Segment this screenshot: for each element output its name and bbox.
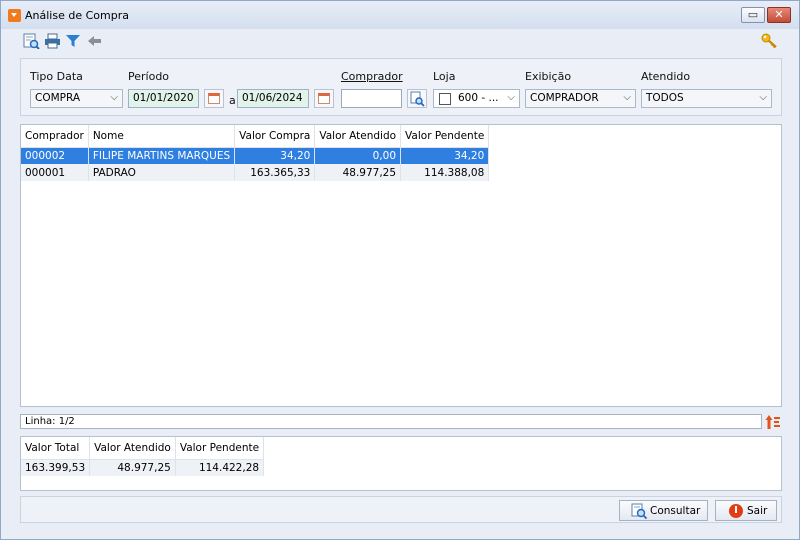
back-arrow-icon[interactable] (86, 33, 102, 49)
app-menu-icon[interactable] (8, 9, 21, 22)
calendar-icon (318, 93, 330, 104)
cell-valor-atendido: 0,00 (314, 147, 402, 164)
chevron-down-icon: ⌵ (759, 92, 767, 103)
chevron-down-icon: ⌵ (623, 92, 631, 103)
cell-valor-compra: 34,20 (234, 147, 316, 164)
loja-checkbox[interactable] (439, 93, 451, 105)
atendido-value: TODOS (646, 92, 684, 104)
preview-icon[interactable] (23, 33, 40, 49)
atendido-select[interactable]: TODOS ⌵ (641, 89, 772, 108)
totals-table: Valor Total Valor Atendido Valor Pendent… (21, 437, 265, 476)
tipo-data-select[interactable]: COMPRA ⌵ (30, 89, 123, 108)
exibicao-select[interactable]: COMPRADOR ⌵ (525, 89, 636, 108)
search-icon (631, 503, 647, 519)
totals-header-valor-total: Valor Total (21, 437, 91, 460)
tipo-data-value: COMPRA (35, 92, 81, 104)
total-valor-pendente: 114.422,28 (175, 459, 265, 476)
comprador-label[interactable]: Comprador (341, 70, 403, 83)
sair-button[interactable]: Sair (715, 500, 777, 521)
tipo-data-label: Tipo Data (30, 70, 83, 83)
title-bar: Análise de Compra ▭ ✕ (1, 1, 799, 29)
totals-header-valor-atendido: Valor Atendido (89, 437, 176, 460)
results-table: Comprador Nome Valor Compra Valor Atendi… (21, 125, 490, 181)
table-header-row: Comprador Nome Valor Compra Valor Atendi… (21, 125, 490, 148)
comprador-search-button[interactable] (407, 89, 427, 108)
cell-valor-compra: 163.365,33 (234, 164, 316, 181)
calendar-start-button[interactable] (204, 89, 224, 108)
filter-panel: Tipo Data COMPRA ⌵ Período 01/01/2020 a … (20, 58, 782, 116)
chevron-down-icon: ⌵ (507, 92, 515, 103)
cell-comprador: 000002 (21, 147, 89, 164)
cell-valor-atendido: 48.977,25 (314, 164, 402, 181)
row-status: Linha: 1/2 (20, 414, 762, 429)
total-valor-total: 163.399,53 (21, 459, 91, 476)
column-header-nome[interactable]: Nome (88, 125, 236, 148)
print-icon[interactable] (44, 33, 61, 49)
consultar-button[interactable]: Consultar (619, 500, 708, 521)
cell-valor-pendente: 34,20 (400, 147, 490, 164)
comprador-input[interactable] (341, 89, 402, 108)
table-row[interactable]: 000001 PADRAO 163.365,33 48.977,25 114.3… (21, 164, 490, 181)
restore-button[interactable]: ▭ (741, 7, 765, 23)
column-header-valor-compra[interactable]: Valor Compra (234, 125, 316, 148)
column-header-valor-pendente[interactable]: Valor Pendente (400, 125, 490, 148)
column-header-valor-atendido[interactable]: Valor Atendido (314, 125, 402, 148)
table-row[interactable]: 000002 FILIPE MARTINS MARQUES 34,20 0,00… (21, 147, 490, 164)
consultar-label: Consultar (650, 505, 701, 517)
totals-grid: Valor Total Valor Atendido Valor Pendent… (20, 436, 782, 491)
results-grid[interactable]: Comprador Nome Valor Compra Valor Atendi… (20, 124, 782, 407)
total-valor-atendido: 48.977,25 (89, 459, 176, 476)
chevron-down-icon: ⌵ (110, 92, 118, 103)
totals-header-row: Valor Total Valor Atendido Valor Pendent… (21, 437, 265, 460)
column-header-comprador[interactable]: Comprador (21, 125, 89, 148)
window-title: Análise de Compra (25, 9, 129, 22)
exibicao-value: COMPRADOR (530, 92, 599, 104)
filter-icon[interactable] (65, 33, 81, 49)
loja-select[interactable]: 600 - ... ⌵ (433, 89, 520, 108)
cell-nome: FILIPE MARTINS MARQUES (88, 147, 236, 164)
sort-icon[interactable] (765, 414, 781, 430)
cell-comprador: 000001 (21, 164, 89, 181)
cell-valor-pendente: 114.388,08 (400, 164, 490, 181)
exibicao-label: Exibição (525, 70, 572, 83)
loja-label: Loja (433, 70, 456, 83)
main-window: Análise de Compra ▭ ✕ Tipo Data COMPRA ⌵… (0, 0, 800, 540)
search-icon (410, 91, 425, 107)
exit-icon (729, 504, 743, 518)
calendar-end-button[interactable] (314, 89, 334, 108)
periodo-separator: a (229, 94, 236, 107)
cell-nome: PADRAO (88, 164, 236, 181)
sair-label: Sair (747, 505, 768, 517)
periodo-label: Período (128, 70, 170, 83)
loja-value: 600 - ... (458, 92, 499, 104)
calendar-icon (208, 93, 220, 104)
key-icon[interactable] (761, 33, 779, 49)
totals-row: 163.399,53 48.977,25 114.422,28 (21, 459, 265, 476)
close-button[interactable]: ✕ (767, 7, 791, 23)
periodo-end-input[interactable]: 01/06/2024 (237, 89, 309, 108)
periodo-start-input[interactable]: 01/01/2020 (128, 89, 199, 108)
footer-bar: Consultar Sair (20, 496, 782, 523)
totals-header-valor-pendente: Valor Pendente (175, 437, 265, 460)
atendido-label: Atendido (641, 70, 691, 83)
